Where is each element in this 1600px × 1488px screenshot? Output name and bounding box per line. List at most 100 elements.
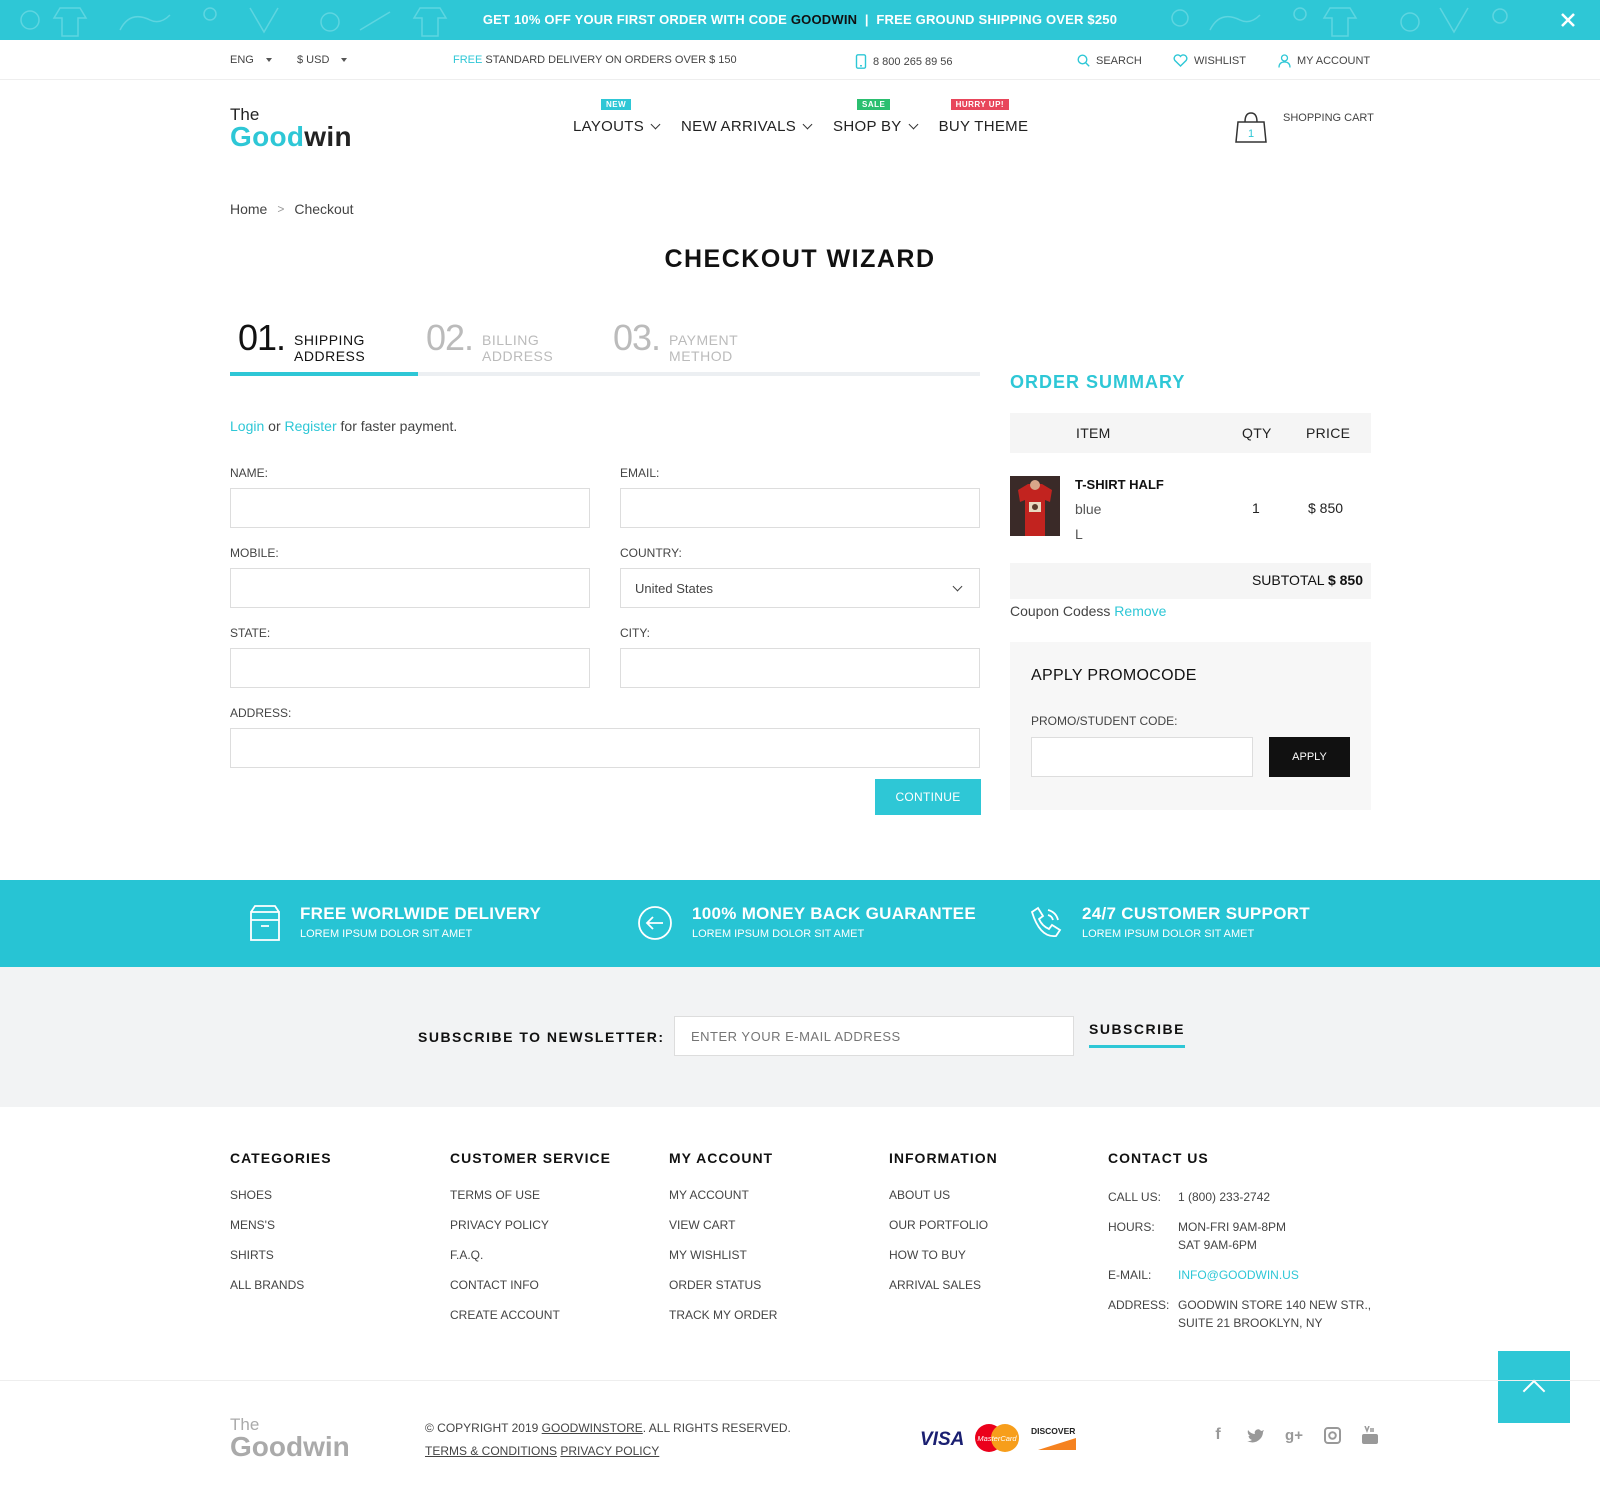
contact-key: CALL US: [1108, 1190, 1161, 1204]
nav-new-arrivals[interactable]: NEW ARRIVALS [681, 118, 813, 135]
promo-message: GET 10% OFF YOUR FIRST ORDER WITH CODE G… [0, 12, 1600, 27]
footer-link[interactable]: OUR PORTFOLIO [889, 1218, 998, 1248]
country-label: COUNTRY: [620, 546, 682, 560]
footer-logo[interactable]: The Goodwin [230, 1416, 350, 1461]
step-label-line2: ADDRESS [482, 348, 554, 364]
language-value: ENG [230, 54, 254, 66]
step-number: 03. [613, 317, 661, 358]
name-field[interactable] [230, 488, 590, 528]
footer-link[interactable]: ALL BRANDS [230, 1278, 332, 1308]
youtube-icon[interactable] [1360, 1425, 1380, 1445]
account-link[interactable]: MY ACCOUNT [1278, 54, 1370, 68]
footer-link[interactable]: CONTACT INFO [450, 1278, 611, 1308]
footer-link[interactable]: MY WISHLIST [669, 1248, 777, 1278]
email-field[interactable] [620, 488, 980, 528]
discover-icon: DISCOVER [1031, 1426, 1076, 1450]
city-field[interactable] [620, 648, 980, 688]
footer-link[interactable]: ARRIVAL SALES [889, 1278, 998, 1308]
footer-link[interactable]: PRIVACY POLICY [450, 1218, 611, 1248]
login-rest: for faster payment. [340, 418, 458, 434]
chevron-down-icon [952, 581, 963, 591]
footer-link[interactable]: TRACK MY ORDER [669, 1308, 777, 1338]
main-nav: NEW LAYOUTS NEW ARRIVALS SALE SHOP BY HU… [573, 99, 1029, 135]
product-name[interactable]: T-SHIRT HALF [1075, 477, 1164, 492]
footer-link[interactable]: MENS'S [230, 1218, 332, 1248]
footer-link[interactable]: HOW TO BUY [889, 1248, 998, 1278]
shopping-cart[interactable]: 1 SHOPPING CART [1235, 110, 1374, 144]
footer-link[interactable]: VIEW CART [669, 1218, 777, 1248]
register-link[interactable]: Register [285, 418, 337, 434]
step-billing[interactable]: 02. BILLING ADDRESS [426, 320, 553, 376]
contact-email-link[interactable]: INFO@GOODWIN.US [1178, 1268, 1299, 1282]
tshirt-image [1010, 476, 1060, 536]
phone-call-icon [1030, 906, 1062, 937]
chevron-down-icon [802, 119, 813, 130]
footer-link[interactable]: CREATE ACCOUNT [450, 1308, 611, 1338]
footer-link[interactable]: TERMS OF USE [450, 1188, 611, 1218]
box-icon [250, 905, 280, 941]
visa-text: VISA [920, 1429, 964, 1449]
feature-support: 24/7 CUSTOMER SUPPORT LOREM IPSUM DOLOR S… [1026, 904, 1310, 942]
site-logo[interactable]: The Goodwin [230, 106, 352, 151]
logo-win: win [304, 121, 352, 152]
address-field[interactable] [230, 728, 980, 768]
country-select[interactable]: United States [620, 568, 980, 608]
instagram-icon[interactable] [1322, 1425, 1342, 1445]
login-link[interactable]: Login [230, 418, 264, 434]
newsletter-email-input[interactable] [674, 1016, 1074, 1056]
wishlist-link[interactable]: WISHLIST [1173, 54, 1246, 67]
caret-down-icon [341, 58, 348, 62]
footer-link[interactable]: MY ACCOUNT [669, 1188, 777, 1218]
delivery-notice: FREE STANDARD DELIVERY ON ORDERS OVER $ … [453, 54, 737, 66]
twitter-icon[interactable] [1246, 1425, 1266, 1445]
contact-phone[interactable]: 1 (800) 233-2742 [1178, 1188, 1270, 1206]
currency-value: $ USD [297, 54, 330, 66]
nav-layouts[interactable]: NEW LAYOUTS [573, 99, 661, 135]
coupon-remove-link[interactable]: Remove [1114, 603, 1166, 619]
subscribe-button[interactable]: SUBSCRIBE [1089, 1021, 1185, 1048]
currency-selector[interactable]: $ USD [297, 54, 348, 66]
step-payment[interactable]: 03. PAYMENT METHOD [613, 320, 738, 376]
product-qty: 1 [1252, 500, 1260, 516]
copyright-post: . ALL RIGHTS RESERVED. [642, 1421, 791, 1435]
footer-link[interactable]: ORDER STATUS [669, 1278, 777, 1308]
col-price: PRICE [1306, 425, 1351, 441]
facebook-icon[interactable]: f [1208, 1425, 1228, 1445]
breadcrumb-separator: > [277, 202, 285, 216]
contact-address: ADDRESS: GOODWIN STORE 140 NEW STR., SUIT… [1108, 1296, 1371, 1332]
footer-link[interactable]: SHOES [230, 1188, 332, 1218]
step-shipping[interactable]: 01. SHIPPING ADDRESS [238, 320, 365, 376]
top-bar: ENG $ USD FREE STANDARD DELIVERY ON ORDE… [0, 40, 1600, 80]
footer-link[interactable]: F.A.Q. [450, 1248, 611, 1278]
footer-link[interactable]: ABOUT US [889, 1188, 998, 1218]
promocode-input[interactable] [1031, 737, 1253, 777]
promocode-title: APPLY PROMOCODE [1031, 667, 1197, 684]
mobile-field[interactable] [230, 568, 590, 608]
product-thumbnail[interactable] [1010, 476, 1060, 536]
continue-button[interactable]: CONTINUE [875, 779, 981, 815]
terms-link[interactable]: TERMS & CONDITIONS [425, 1444, 557, 1458]
state-field[interactable] [230, 648, 590, 688]
copyright-link[interactable]: GOODWINSTORE [542, 1421, 643, 1435]
col-item: ITEM [1076, 425, 1111, 441]
delivery-text: STANDARD DELIVERY ON ORDERS OVER $ 150 [485, 54, 737, 66]
order-summary-header: ITEM QTY PRICE [1010, 413, 1371, 453]
breadcrumb-home[interactable]: Home [230, 201, 267, 217]
shopping-bag-icon: 1 [1235, 112, 1267, 143]
nav-shop-by[interactable]: SALE SHOP BY [833, 99, 919, 135]
nav-buy-theme[interactable]: HURRY UP! BUY THEME [939, 99, 1029, 135]
apply-button[interactable]: APPLY [1269, 737, 1350, 777]
footer-my-account: MY ACCOUNT MY ACCOUNT VIEW CART MY WISHL… [669, 1150, 777, 1338]
close-icon[interactable] [1558, 10, 1578, 30]
footer-link[interactable]: SHIRTS [230, 1248, 332, 1278]
google-plus-icon[interactable]: g+ [1284, 1425, 1304, 1445]
search-link[interactable]: SEARCH [1077, 54, 1142, 67]
product-size: L [1075, 526, 1083, 542]
chevron-down-icon [650, 119, 661, 130]
privacy-link[interactable]: PRIVACY POLICY [560, 1444, 659, 1458]
phone-contact[interactable]: 8 800 265 89 56 [855, 54, 953, 69]
language-selector[interactable]: ENG [230, 54, 272, 66]
mastercard-icon: MasterCard [975, 1424, 1019, 1452]
step-number: 01. [238, 317, 286, 358]
col-qty: QTY [1242, 425, 1272, 441]
